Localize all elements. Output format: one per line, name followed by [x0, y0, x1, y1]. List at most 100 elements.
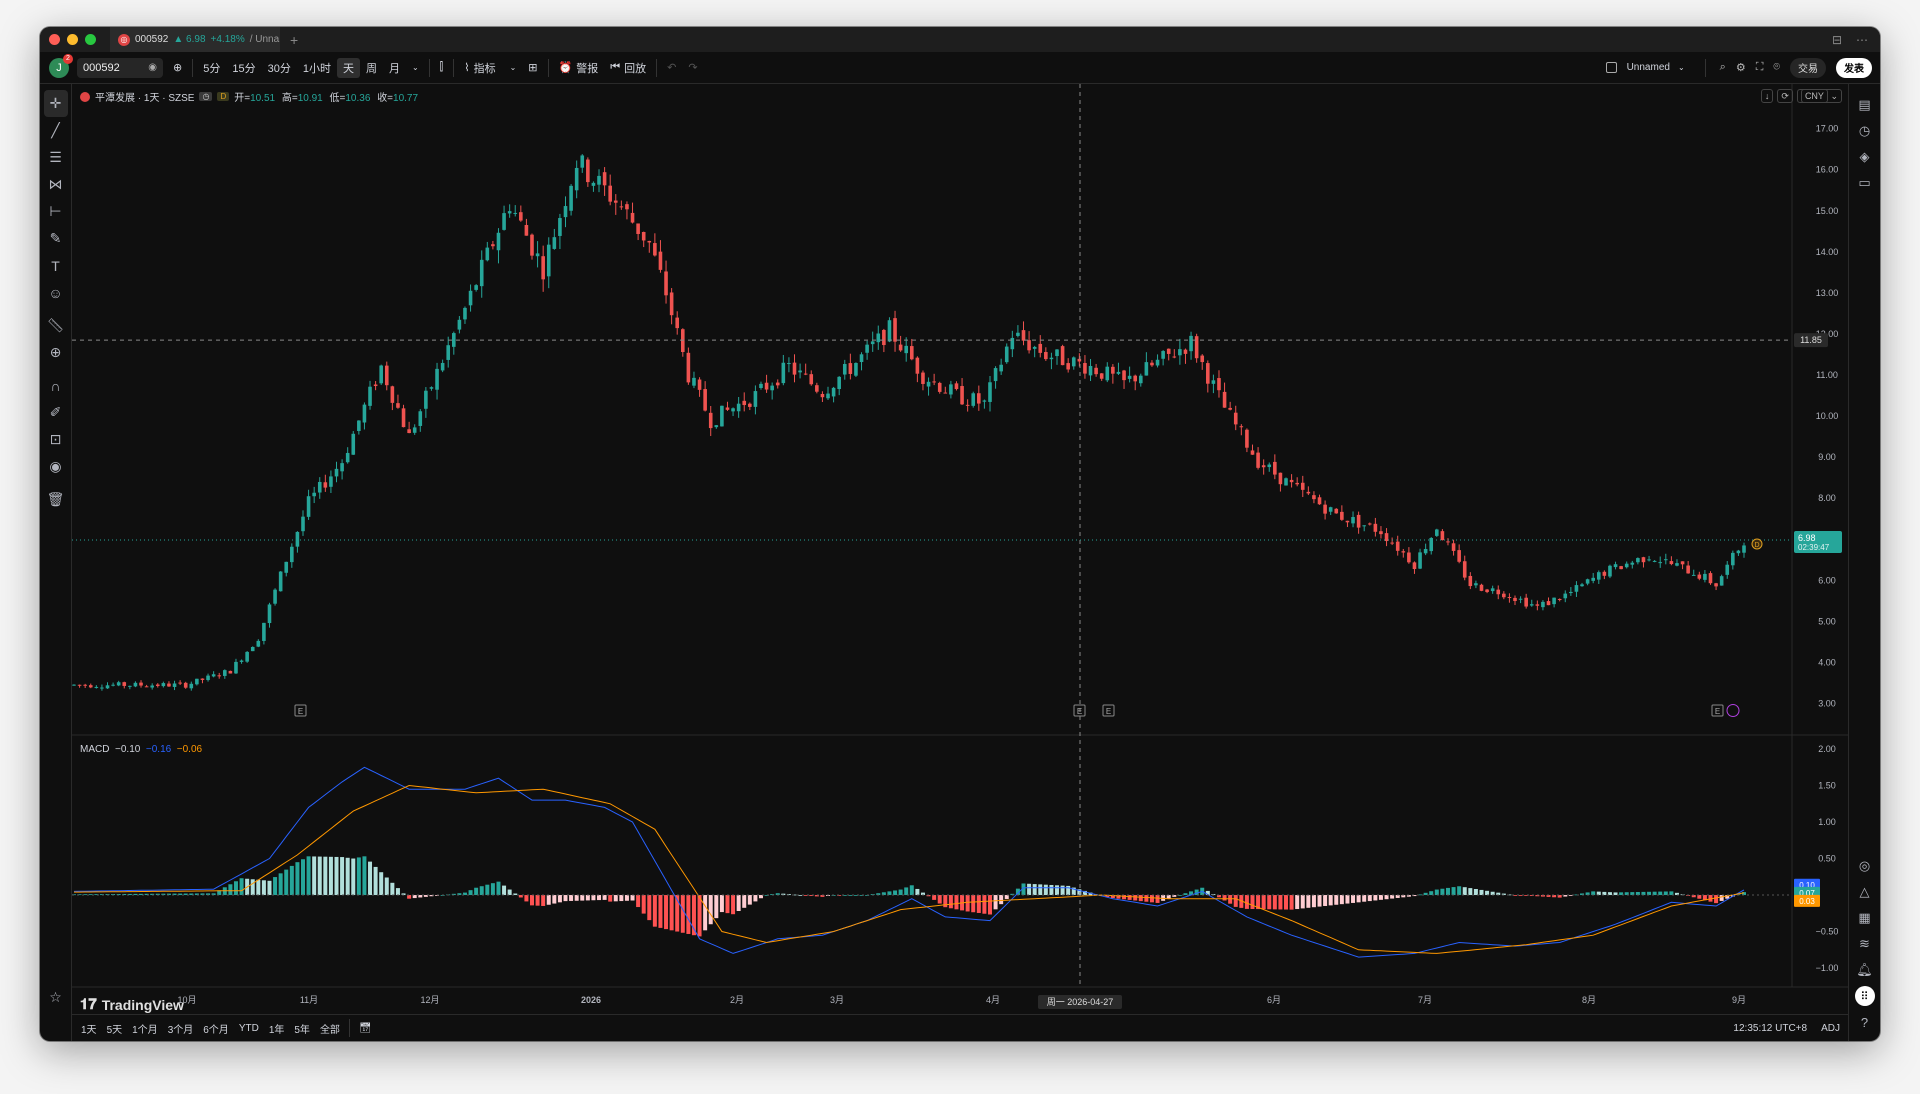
candle[interactable] — [1038, 343, 1043, 353]
candle[interactable] — [1133, 375, 1138, 382]
candle[interactable] — [1535, 604, 1540, 606]
candle[interactable] — [1256, 452, 1260, 468]
symbol-search-input[interactable]: 000592 ◉ — [77, 57, 163, 78]
candle[interactable] — [1502, 593, 1506, 598]
candle[interactable] — [865, 344, 869, 353]
candle[interactable] — [1284, 478, 1288, 486]
candle[interactable] — [893, 318, 897, 342]
candle[interactable] — [401, 408, 406, 428]
candle[interactable] — [725, 407, 730, 410]
candle[interactable] — [1273, 461, 1277, 475]
candle[interactable] — [1312, 495, 1316, 500]
candle[interactable] — [1518, 598, 1523, 600]
candle[interactable] — [753, 391, 758, 407]
candle[interactable] — [1094, 367, 1098, 375]
candle[interactable] — [72, 684, 76, 686]
range-1d[interactable]: 1天 — [76, 1021, 102, 1036]
candle[interactable] — [150, 685, 154, 688]
candle[interactable] — [1066, 363, 1070, 370]
candle[interactable] — [1613, 564, 1618, 568]
candle[interactable] — [1351, 517, 1355, 524]
avatar[interactable]: J 2 — [49, 53, 73, 78]
ruler-tool-icon[interactable]: 📏︎ — [44, 312, 68, 339]
emoji-tool-icon[interactable]: ☺ — [44, 279, 68, 306]
candle[interactable] — [792, 362, 797, 375]
candle[interactable] — [250, 646, 255, 652]
range-all[interactable]: 全部 — [315, 1021, 345, 1036]
pattern-tool-icon[interactable]: ⋈ — [44, 171, 68, 198]
candle[interactable] — [1088, 365, 1093, 376]
candle[interactable] — [1725, 564, 1730, 575]
candle[interactable] — [239, 660, 244, 662]
candle[interactable] — [915, 357, 920, 374]
candle[interactable] — [345, 452, 350, 463]
favorites-star-icon[interactable]: ☆ — [44, 984, 68, 1011]
apps-grid-icon[interactable]: ⠿ — [1854, 986, 1875, 1006]
candle[interactable] — [1395, 541, 1400, 551]
candle[interactable] — [178, 682, 182, 684]
candle[interactable] — [424, 390, 428, 409]
candle[interactable] — [457, 319, 462, 330]
candle[interactable] — [1116, 371, 1121, 374]
candle[interactable] — [1451, 543, 1456, 551]
alerts-clock-icon[interactable]: ◷ — [1853, 118, 1877, 144]
candle[interactable] — [720, 405, 724, 427]
candle[interactable] — [530, 234, 534, 256]
candle[interactable] — [1367, 523, 1372, 525]
quick-search-icon[interactable]: ⌕ — [1720, 61, 1726, 74]
earnings-marker[interactable]: E — [1711, 704, 1724, 717]
text-tool-icon[interactable]: T — [44, 252, 68, 279]
candle[interactable] — [245, 651, 249, 662]
candle[interactable] — [502, 213, 506, 230]
candle[interactable] — [680, 329, 685, 352]
candle[interactable] — [83, 684, 87, 686]
candle[interactable] — [379, 365, 383, 384]
zoom-in-tool-icon[interactable]: ⊕ — [44, 339, 68, 366]
candle[interactable] — [1652, 560, 1657, 562]
candle[interactable] — [1111, 366, 1115, 374]
candle[interactable] — [625, 204, 629, 210]
goto-date-calendar-icon[interactable]: 📅︎ — [354, 1023, 377, 1034]
candle[interactable] — [223, 670, 227, 676]
crosshair-tool-icon[interactable]: ✛ — [43, 90, 68, 117]
candle[interactable] — [234, 661, 238, 674]
candle[interactable] — [898, 344, 903, 351]
candle[interactable] — [1345, 520, 1350, 523]
adjustment-toggle[interactable]: ADJ — [1821, 1023, 1840, 1034]
candle[interactable] — [1077, 358, 1082, 362]
candle[interactable] — [88, 685, 93, 688]
candle[interactable] — [1457, 550, 1461, 562]
watchlist-eye-icon[interactable]: ◉ — [148, 62, 157, 73]
candle[interactable] — [1557, 598, 1562, 600]
candle[interactable] — [167, 683, 171, 687]
candle[interactable] — [608, 185, 612, 202]
candle[interactable] — [775, 382, 780, 386]
candle[interactable] — [870, 341, 875, 345]
candle[interactable] — [977, 393, 981, 404]
candle[interactable] — [859, 354, 864, 363]
redo-icon[interactable]: ↷ — [682, 58, 703, 78]
camera-snapshot-icon[interactable]: ⌾ — [1773, 61, 1780, 74]
candle[interactable] — [1546, 601, 1551, 606]
candle[interactable] — [1373, 523, 1378, 532]
candle[interactable] — [876, 333, 881, 343]
candle[interactable] — [731, 408, 735, 412]
candle[interactable] — [306, 496, 311, 517]
candle[interactable] — [708, 412, 713, 429]
candle[interactable] — [569, 185, 573, 211]
candle[interactable] — [675, 317, 680, 329]
candle[interactable] — [128, 685, 132, 687]
candle[interactable] — [1686, 565, 1690, 574]
candle[interactable] — [451, 333, 456, 347]
interval-dropdown-chevron-icon[interactable]: ⌄ — [406, 58, 425, 78]
candle[interactable] — [597, 175, 601, 185]
streams-icon[interactable]: ≋ — [1853, 931, 1877, 957]
candle[interactable] — [787, 363, 791, 365]
candle[interactable] — [1044, 352, 1048, 360]
candle[interactable] — [267, 604, 272, 624]
candle[interactable] — [1418, 552, 1422, 569]
candle[interactable] — [1228, 407, 1232, 410]
close-window-button[interactable] — [49, 34, 60, 45]
candle[interactable] — [301, 516, 305, 532]
interval-30m[interactable]: 30分 — [262, 58, 297, 78]
